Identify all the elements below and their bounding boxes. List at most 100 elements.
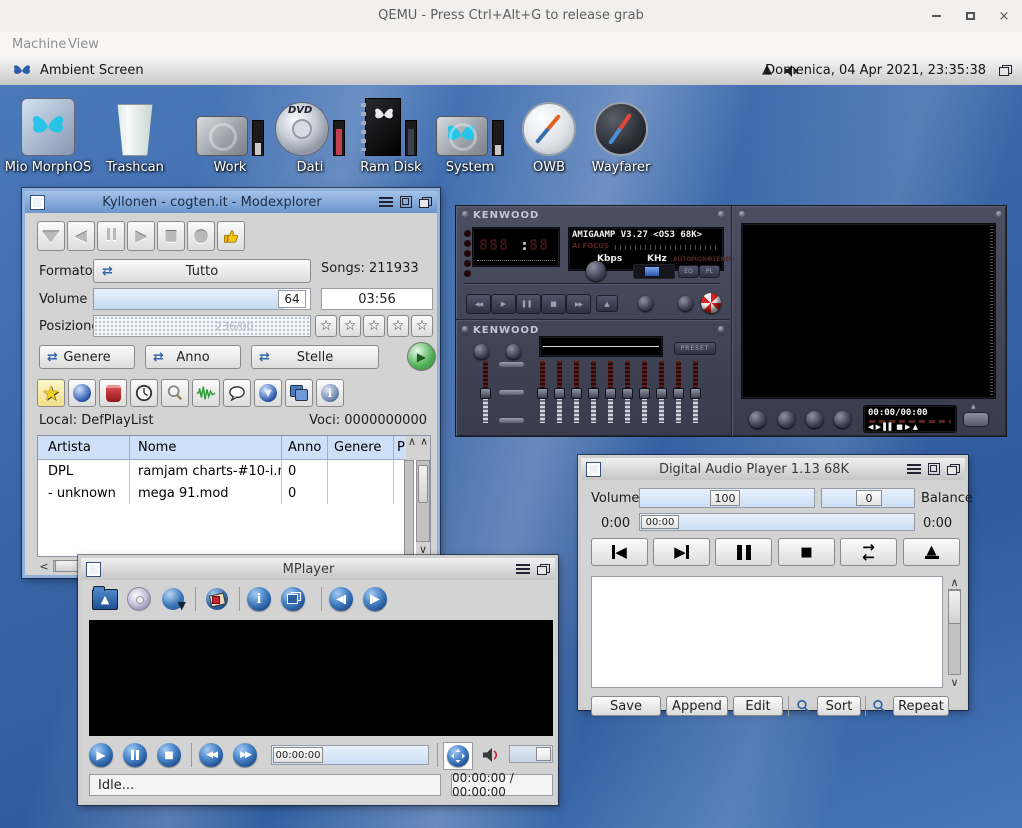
- eq-toggle-button[interactable]: EQ: [678, 265, 699, 278]
- shuffle-button[interactable]: → ←: [840, 538, 897, 566]
- dap-balance-slider[interactable]: 0: [821, 488, 915, 508]
- seek-knob[interactable]: 00:00: [641, 515, 679, 529]
- eject-button[interactable]: ▼: [37, 221, 65, 251]
- pause-button[interactable]: [123, 743, 147, 767]
- minimize-button[interactable]: [928, 9, 944, 23]
- like-button[interactable]: [217, 221, 245, 251]
- next-stream-button[interactable]: ▶: [363, 587, 387, 611]
- eq-band-slider[interactable]: [623, 361, 632, 423]
- stop-button[interactable]: ■: [157, 743, 181, 767]
- star-3-button[interactable]: ☆: [363, 315, 385, 337]
- scroll-down-button[interactable]: ∨: [416, 542, 430, 556]
- stop-button[interactable]: ■: [778, 538, 835, 566]
- inner-scroll-strip[interactable]: [404, 460, 414, 556]
- stelle-cycle[interactable]: ⇄ Stelle: [251, 345, 379, 369]
- preamp-slider[interactable]: [481, 361, 490, 423]
- eject-button[interactable]: ▲: [903, 538, 960, 566]
- playlist-display[interactable]: [741, 223, 996, 399]
- scroll-thumb[interactable]: [418, 465, 428, 503]
- eq-band-slider[interactable]: [657, 361, 666, 423]
- close-gadget[interactable]: [30, 195, 45, 210]
- scroll-thumb[interactable]: [948, 590, 961, 624]
- table-row[interactable]: DPL ramjam charts-#10-i.mod 0: [38, 460, 406, 482]
- eq-band-slider[interactable]: [674, 361, 683, 423]
- playlist-eject-button[interactable]: [963, 412, 989, 427]
- record-button[interactable]: ●: [187, 221, 215, 251]
- close-gadget[interactable]: [86, 562, 101, 577]
- skin-stop-button[interactable]: ■: [541, 294, 566, 314]
- zoom-gadget-icon[interactable]: [928, 463, 940, 475]
- rewind-button[interactable]: ◀◀: [199, 743, 223, 767]
- col-genere[interactable]: Genere: [328, 436, 394, 460]
- info-button[interactable]: i: [247, 587, 271, 611]
- scroll-left-button[interactable]: <: [37, 559, 51, 573]
- amigaamp-window[interactable]: KENWOOD 888 : 88 AMIGAAMP V3.27 <OS3 68K…: [455, 205, 1007, 437]
- col-artista[interactable]: Artista: [38, 436, 130, 460]
- zoom-gadget-icon[interactable]: [400, 196, 412, 208]
- volume-knob[interactable]: 64: [278, 290, 306, 308]
- screen-depth-icon[interactable]: [999, 65, 1012, 76]
- desktop-icon-wayfarer[interactable]: Wayfarer: [573, 92, 669, 175]
- windows-button[interactable]: [281, 587, 305, 611]
- open-file-button[interactable]: ▲: [91, 586, 119, 612]
- open-disc-button[interactable]: [125, 586, 153, 612]
- save-button[interactable]: Save: [591, 696, 661, 716]
- download-button[interactable]: ▼: [254, 379, 282, 407]
- volume-knob[interactable]: [586, 261, 606, 281]
- star-5-button[interactable]: ☆: [411, 315, 433, 337]
- eq-knob-onoff[interactable]: [474, 344, 489, 359]
- playlist-knob-3[interactable]: [806, 411, 823, 428]
- playlist-button[interactable]: [203, 586, 231, 612]
- vertical-scrollbar[interactable]: [416, 460, 430, 542]
- dap-titlebar[interactable]: Digital Audio Player 1.13 68K: [581, 458, 965, 480]
- fullscreen-button[interactable]: [443, 742, 473, 770]
- eq-band-slider[interactable]: [589, 361, 598, 423]
- menu-gadget-icon[interactable]: [516, 564, 530, 575]
- genere-cycle[interactable]: ⇄ Genere: [39, 345, 135, 369]
- volume-knob[interactable]: [536, 747, 551, 761]
- sort-button[interactable]: Sort: [817, 696, 861, 716]
- mute-button[interactable]: [477, 742, 505, 768]
- mplayer-titlebar[interactable]: MPlayer: [81, 558, 555, 580]
- eq-knob-auto[interactable]: [506, 344, 521, 359]
- dap-scrollbar[interactable]: ∧ ∨: [947, 576, 962, 688]
- eq-band-slider[interactable]: [538, 361, 547, 423]
- star-2-button[interactable]: ☆: [339, 315, 361, 337]
- small-knob-left[interactable]: [638, 296, 653, 311]
- open-url-button[interactable]: ▼: [159, 586, 187, 612]
- prev-stream-button[interactable]: ◀: [329, 587, 353, 611]
- trash-button[interactable]: [99, 379, 127, 407]
- playlist-knob-4[interactable]: [834, 411, 851, 428]
- video-area[interactable]: [89, 620, 553, 736]
- eq-band-slider[interactable]: [572, 361, 581, 423]
- preset-button[interactable]: PRESET: [674, 342, 716, 355]
- start-search-button[interactable]: ▶: [407, 342, 436, 371]
- skin-eject-button[interactable]: ▲: [596, 295, 618, 312]
- close-button[interactable]: ×: [996, 9, 1012, 23]
- balance-slider[interactable]: [633, 264, 675, 279]
- table-row[interactable]: - unknown mega 91.mod 0: [38, 482, 406, 504]
- small-knob-right[interactable]: [678, 296, 693, 311]
- play-button[interactable]: ▶: [127, 221, 155, 251]
- menu-machine[interactable]: Machine: [12, 37, 66, 52]
- scroll-up-button[interactable]: ∧: [947, 576, 962, 588]
- search-button[interactable]: [161, 379, 189, 407]
- playlist-knob-1[interactable]: [749, 411, 766, 428]
- star-4-button[interactable]: ☆: [387, 315, 409, 337]
- star-1-button[interactable]: ☆: [315, 315, 337, 337]
- skin-pause-button[interactable]: ▌▌: [516, 294, 541, 314]
- eq-band-slider[interactable]: [606, 361, 615, 423]
- edit-button[interactable]: Edit: [733, 696, 783, 716]
- comments-button[interactable]: [223, 379, 251, 407]
- col-truncated[interactable]: P: [394, 436, 406, 460]
- volume-slider[interactable]: [509, 745, 553, 763]
- depth-gadget-icon[interactable]: [419, 197, 432, 208]
- seek-slider[interactable]: 00:00:00: [271, 745, 429, 765]
- close-gadget[interactable]: [586, 462, 601, 477]
- dap-seek-slider[interactable]: 00:00: [639, 513, 915, 531]
- stop-button[interactable]: ■: [157, 221, 185, 251]
- favorites-button[interactable]: ★: [37, 379, 65, 407]
- eq-band-slider[interactable]: [640, 361, 649, 423]
- depth-gadget-icon[interactable]: [537, 564, 550, 575]
- menu-view[interactable]: View: [68, 37, 99, 52]
